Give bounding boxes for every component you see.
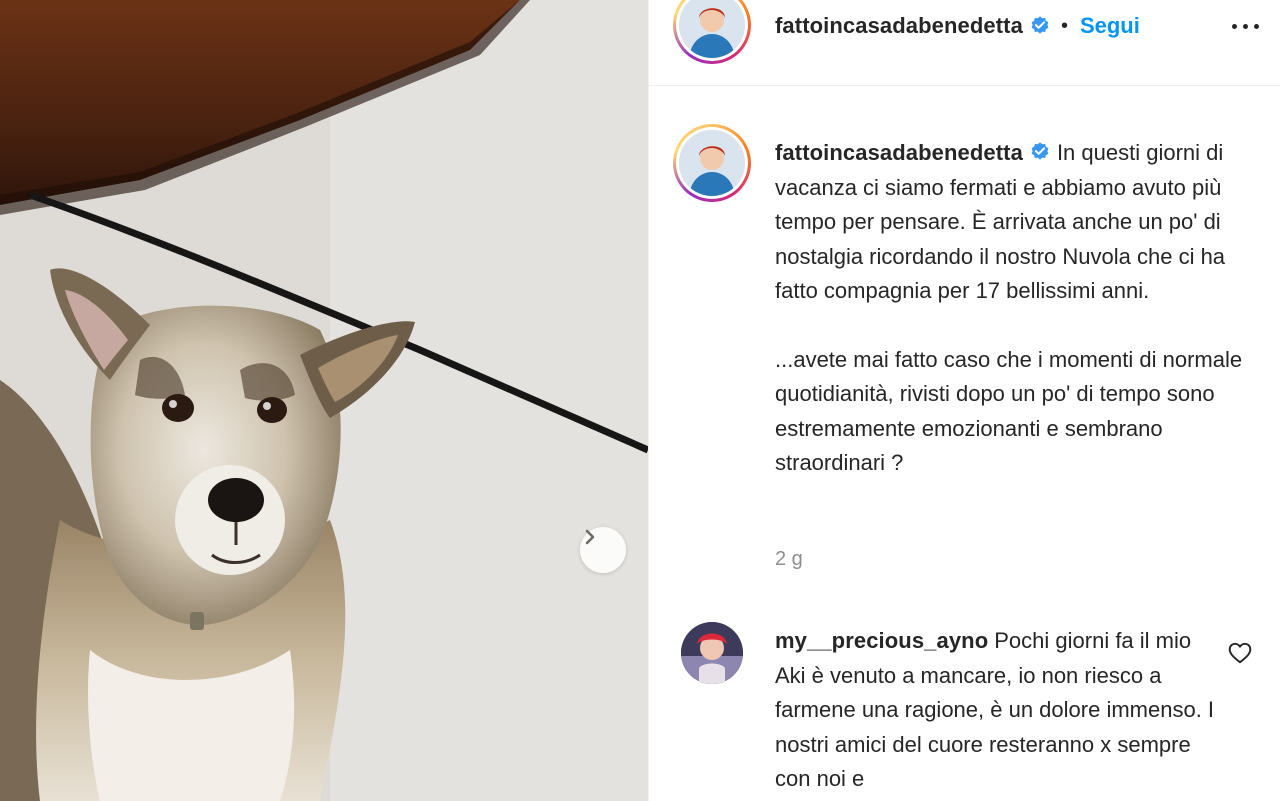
caption-author-avatar[interactable] xyxy=(673,124,751,202)
next-photo-button[interactable] xyxy=(580,527,626,573)
post-photo xyxy=(0,0,648,801)
post-header: fattoincasadabenedetta • Segui xyxy=(649,0,1280,86)
commenter-avatar[interactable] xyxy=(681,622,743,684)
author-username[interactable]: fattoincasadabenedetta xyxy=(775,13,1023,39)
caption-text: fattoincasadabenedetta In questi giorni … xyxy=(775,136,1255,481)
verified-badge-icon xyxy=(1031,142,1049,160)
post-timestamp[interactable]: 2 g xyxy=(775,548,803,571)
caption-username[interactable]: fattoincasadabenedetta xyxy=(775,140,1023,165)
post-panel: fattoincasadabenedetta • Segui fattoinca… xyxy=(648,0,1280,801)
chevron-right-icon xyxy=(585,529,595,545)
more-options-icon[interactable] xyxy=(1225,12,1265,40)
heart-icon[interactable] xyxy=(1227,640,1253,666)
dog-photo-illustration xyxy=(0,0,648,801)
caption-paragraph-1: fattoincasadabenedetta In questi giorni … xyxy=(775,136,1255,309)
verified-badge-icon xyxy=(1031,16,1049,34)
comment-text: my__precious_ayno Pochi giorni fa il mio … xyxy=(775,624,1225,797)
separator-dot: • xyxy=(1060,14,1068,37)
commenter-username[interactable]: my__precious_ayno xyxy=(775,628,988,653)
author-avatar[interactable] xyxy=(673,0,751,64)
instagram-post-view: fattoincasadabenedetta • Segui fattoinca… xyxy=(0,0,1280,801)
caption-paragraph-2: ...avete mai fatto caso che i momenti di… xyxy=(775,346,1243,476)
follow-button[interactable]: Segui xyxy=(1080,13,1140,39)
